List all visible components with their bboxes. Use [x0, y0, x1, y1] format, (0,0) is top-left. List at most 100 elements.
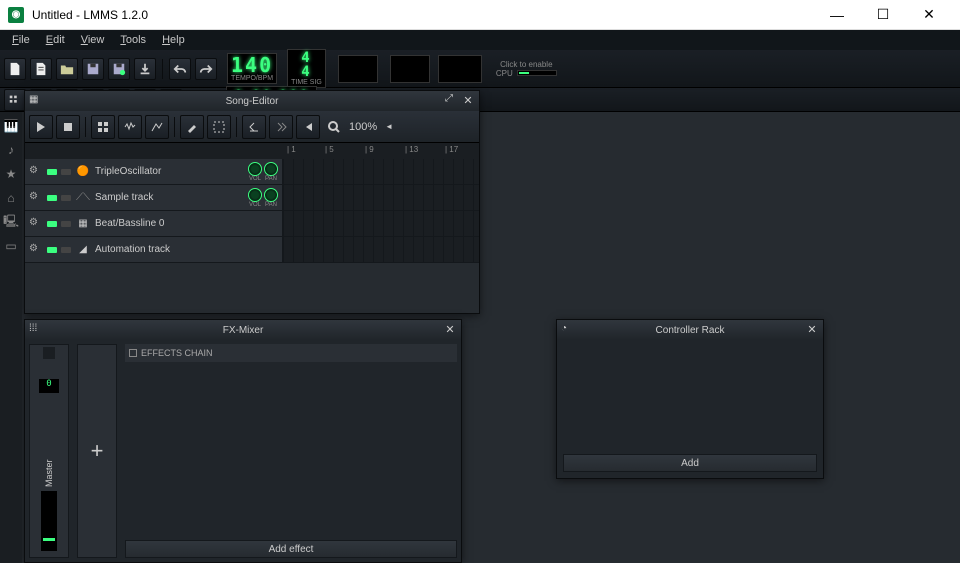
fx-mixer-close[interactable]: ✕ — [443, 322, 457, 336]
fx-chain-header: EFFECTS CHAIN — [125, 344, 457, 362]
add-controller-button[interactable]: Add — [563, 454, 817, 472]
track-content[interactable] — [283, 237, 479, 262]
solo-button[interactable] — [61, 169, 71, 175]
timeline-back-button[interactable] — [242, 115, 266, 139]
track-content[interactable] — [283, 159, 479, 184]
pan-knob[interactable] — [264, 188, 278, 202]
master-volume-slider[interactable] — [338, 55, 378, 83]
automation-icon: ◢ — [75, 242, 91, 258]
add-sample-track-button[interactable] — [118, 115, 142, 139]
undo-button[interactable] — [169, 58, 191, 80]
zoom-dropdown-icon[interactable]: ◄ — [385, 122, 393, 131]
fx-channel-name[interactable]: Master — [44, 433, 54, 487]
track-row: ⚙ 🟠 TripleOscillator VOL PAN — [25, 159, 479, 185]
menu-help[interactable]: Help — [154, 32, 193, 48]
track-header[interactable]: ⚙ ▦ Beat/Bassline 0 — [25, 211, 283, 236]
edit-mode-button[interactable] — [207, 115, 231, 139]
gear-icon[interactable]: ⚙ — [29, 191, 43, 205]
stop-button[interactable] — [56, 115, 80, 139]
power-icon[interactable] — [129, 349, 137, 357]
sidebar-presets-icon[interactable]: ★ — [1, 164, 21, 184]
track-name[interactable]: Sample track — [95, 192, 244, 203]
gear-icon[interactable]: ⚙ — [29, 243, 43, 257]
controller-rack-window[interactable]: ◔ Controller Rack ✕ Add — [556, 319, 824, 479]
menu-bar: File Edit View Tools Help — [0, 30, 960, 50]
volume-knob[interactable] — [248, 162, 262, 176]
solo-button[interactable] — [61, 195, 71, 201]
new-project-button[interactable] — [4, 58, 26, 80]
instrument-icon[interactable]: 🟠 — [75, 164, 91, 180]
bb-icon: ▦ — [75, 216, 91, 232]
controller-rack-title: Controller Rack — [656, 325, 725, 336]
gear-icon[interactable]: ⚙ — [29, 217, 43, 231]
add-automation-track-button[interactable] — [145, 115, 169, 139]
export-button[interactable] — [134, 58, 156, 80]
mute-button[interactable] — [47, 221, 57, 227]
track-row: ⚙ ◢ Automation track — [25, 237, 479, 263]
volume-knob[interactable] — [248, 188, 262, 202]
fx-mixer-titlebar[interactable]: ⁞⁞⁞ FX-Mixer ✕ — [25, 320, 461, 340]
controller-rack-titlebar[interactable]: ◔ Controller Rack ✕ — [557, 320, 823, 340]
minimize-button[interactable]: — — [814, 0, 860, 30]
save-button[interactable] — [82, 58, 104, 80]
solo-button[interactable] — [61, 247, 71, 253]
song-editor-close[interactable]: ✕ — [461, 93, 475, 107]
track-header[interactable]: ⚙ ⟋⟍ Sample track VOL PAN — [25, 185, 283, 210]
timeline-forward-button[interactable] — [269, 115, 293, 139]
timesig-display[interactable]: 4 4 TIME SIG — [287, 49, 326, 88]
fx-master-channel[interactable]: 0 Master — [29, 344, 69, 558]
timeline-start-button[interactable] — [296, 115, 320, 139]
track-header[interactable]: ⚙ 🟠 TripleOscillator VOL PAN — [25, 159, 283, 184]
track-name[interactable]: Beat/Bassline 0 — [95, 218, 278, 229]
maximize-button[interactable]: ☐ — [860, 0, 906, 30]
track-row: ⚙ ⟋⟍ Sample track VOL PAN — [25, 185, 479, 211]
pan-knob[interactable] — [264, 162, 278, 176]
fx-mixer-icon: ⁞⁞⁞ — [29, 323, 43, 337]
save-as-button[interactable] — [108, 58, 130, 80]
menu-edit[interactable]: Edit — [38, 32, 73, 48]
sidebar-projects-icon[interactable]: ▭ — [1, 236, 21, 256]
tempo-display[interactable]: 140 TEMPO/BPM — [227, 53, 277, 84]
song-editor-titlebar[interactable]: ▦ Song-Editor ⤢ ✕ — [25, 91, 479, 111]
solo-button[interactable] — [61, 221, 71, 227]
fx-chain-list — [125, 362, 457, 540]
song-editor-window[interactable]: ▦ Song-Editor ⤢ ✕ 100% ◄ | — [24, 90, 480, 314]
track-content[interactable] — [283, 185, 479, 210]
new-template-button[interactable] — [30, 58, 52, 80]
redo-button[interactable] — [195, 58, 217, 80]
master-pitch-slider[interactable] — [390, 55, 430, 83]
sidebar-computer-icon[interactable]: 🖳 — [1, 212, 21, 232]
track-name[interactable]: TripleOscillator — [95, 166, 244, 177]
song-editor-maximize[interactable]: ⤢ — [445, 93, 459, 107]
menu-tools[interactable]: Tools — [112, 32, 154, 48]
mute-button[interactable] — [47, 169, 57, 175]
cpu-meter[interactable]: Click to enable CPU — [496, 60, 557, 78]
sidebar-home-icon[interactable]: ⌂ — [1, 188, 21, 208]
play-button[interactable] — [29, 115, 53, 139]
close-button[interactable]: ✕ — [906, 0, 952, 30]
open-button[interactable] — [56, 58, 78, 80]
draw-mode-button[interactable] — [180, 115, 204, 139]
visualizer[interactable] — [438, 55, 482, 83]
zoom-control: 100% ◄ — [327, 120, 393, 134]
fx-mixer-window[interactable]: ⁞⁞⁞ FX-Mixer ✕ 0 Master + EFFECTS CHAIN — [24, 319, 462, 563]
controller-rack-close[interactable]: ✕ — [805, 322, 819, 336]
fx-add-channel-button[interactable]: + — [77, 344, 117, 558]
mute-button[interactable] — [47, 195, 57, 201]
track-name[interactable]: Automation track — [95, 244, 278, 255]
fx-fader[interactable] — [41, 491, 57, 551]
gear-icon[interactable]: ⚙ — [29, 165, 43, 179]
track-header[interactable]: ⚙ ◢ Automation track — [25, 237, 283, 262]
mute-button[interactable] — [47, 247, 57, 253]
track-content[interactable] — [283, 211, 479, 236]
menu-file[interactable]: File — [4, 32, 38, 48]
add-bb-track-button[interactable] — [91, 115, 115, 139]
add-effect-button[interactable]: Add effect — [125, 540, 457, 558]
zoom-value[interactable]: 100% — [343, 121, 383, 133]
song-editor-toggle[interactable] — [4, 89, 26, 111]
fx-send-button[interactable] — [43, 347, 55, 359]
timeline-ruler[interactable]: | 1 | 5 | 9 | 13 | 17 — [25, 143, 479, 159]
menu-view[interactable]: View — [73, 32, 113, 48]
sidebar-instruments-icon[interactable]: 🎹 — [1, 116, 21, 136]
sidebar-samples-icon[interactable]: ♪ — [1, 140, 21, 160]
